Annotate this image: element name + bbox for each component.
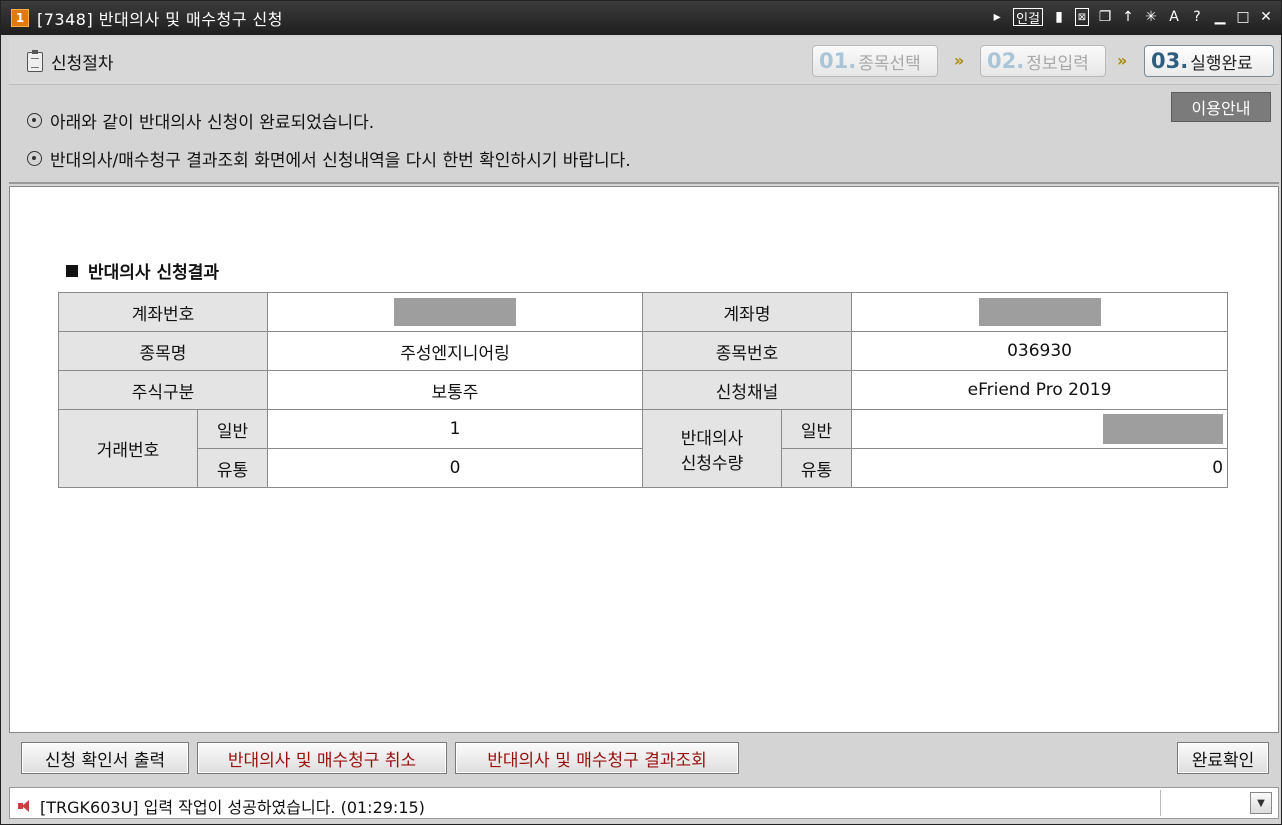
table-row: 거래번호 일반 1 반대의사 신청수량 일반	[58, 409, 1229, 488]
bullet-icon	[27, 151, 42, 166]
apply-qty-label-line2: 신청수량	[680, 453, 744, 474]
button-bar: 신청 확인서 출력 반대의사 및 매수청구 취소 반대의사 및 매수청구 결과조…	[9, 737, 1279, 783]
step-label: 정보입력	[1026, 53, 1089, 74]
table-row: 계좌번호 계좌명	[58, 292, 1229, 332]
window-number-badge[interactable]: 1	[11, 9, 29, 27]
result-inquiry-button[interactable]: 반대의사 및 매수청구 결과조회	[455, 742, 739, 774]
play-arrow-icon[interactable]: ▸	[990, 8, 1004, 26]
stock-name-label: 종목명	[58, 331, 268, 371]
usage-guide-button[interactable]: 이용안내	[1171, 92, 1271, 122]
trade-no-label: 거래번호	[58, 409, 198, 488]
font-size-icon[interactable]: A	[1167, 8, 1181, 26]
square-bullet-icon	[66, 264, 78, 277]
title-toolbar: ▸ 인걸 ▮ ⊠ ❐ ↑ ✳ A ? ▁ □ ✕	[990, 8, 1273, 27]
print-confirmation-button[interactable]: 신청 확인서 출력	[21, 742, 189, 774]
channel-label: 신청채널	[641, 370, 853, 410]
trade-general-value: 1	[267, 409, 643, 449]
qty-general-label: 일반	[780, 409, 853, 449]
trade-circulation-value: 0	[267, 448, 643, 488]
stock-type-label: 주식구분	[58, 370, 268, 410]
info-panel: 아래와 같이 반대의사 신청이 완료되었습니다. 반대의사/매수청구 결과조회 …	[9, 86, 1279, 184]
step-label: 실행완료	[1190, 53, 1253, 74]
result-panel: 반대의사 신청결과 계좌번호 계좌명 종목명 주성엔지니어링 종목번호 0369…	[9, 186, 1279, 733]
stock-name-value: 주성엔지니어링	[267, 331, 643, 371]
table-row: 주식구분 보통주 신청채널 eFriend Pro 2019	[58, 370, 1229, 410]
status-divider	[1160, 790, 1161, 816]
result-table: 계좌번호 계좌명 종목명 주성엔지니어링 종목번호 036930 주식구분 보통…	[58, 292, 1229, 488]
step-arrow-icon: »	[1117, 51, 1128, 70]
bullet-icon	[27, 113, 42, 128]
procedure-heading: 신청절차	[27, 49, 114, 74]
stock-code-value: 036930	[851, 331, 1229, 371]
app-window: 1 [7348] 반대의사 및 매수청구 신청 ▸ 인걸 ▮ ⊠ ❐ ↑ ✳ A…	[0, 0, 1282, 825]
confirm-complete-button[interactable]: 완료확인	[1177, 742, 1269, 774]
stock-type-value: 보통주	[267, 370, 643, 410]
step-arrow-icon: »	[954, 51, 965, 70]
account-no-value	[267, 292, 643, 332]
title-bar: 1 [7348] 반대의사 및 매수청구 신청 ▸ 인걸 ▮ ⊠ ❐ ↑ ✳ A…	[1, 1, 1281, 35]
status-text: [TRGK603U] 입력 작업이 성공하였습니다. (01:29:15)	[40, 798, 425, 817]
status-bar: [TRGK603U] 입력 작업이 성공하였습니다. (01:29:15) ▼	[9, 787, 1279, 819]
info-line: 반대의사/매수청구 결과조회 화면에서 신청내역을 다시 한번 확인하시기 바랍…	[27, 146, 631, 171]
clipboard-icon	[27, 49, 43, 72]
mouse-icon[interactable]: ▮	[1052, 8, 1066, 26]
window-title: [7348] 반대의사 및 매수청구 신청	[37, 10, 283, 29]
redacted-block	[1103, 414, 1224, 444]
apply-qty-label-line1: 반대의사	[680, 428, 744, 449]
copy-window-icon[interactable]: ❐	[1098, 8, 1112, 26]
help-icon[interactable]: ?	[1190, 8, 1204, 26]
account-name-value	[851, 292, 1229, 332]
link-window-button[interactable]: 인걸	[1013, 8, 1043, 27]
step-label: 종목선택	[858, 53, 921, 74]
step-header: 신청절차 01. 종목선택 » 02. 정보입력 » 03. 실행완료	[9, 37, 1279, 85]
step-select-stock: 01. 종목선택	[812, 45, 938, 77]
info-text: 아래와 같이 반대의사 신청이 완료되었습니다.	[50, 113, 375, 133]
speaker-icon	[18, 799, 34, 813]
close-icon[interactable]: ✕	[1259, 8, 1273, 26]
minimize-icon[interactable]: ▁	[1213, 8, 1227, 26]
section-title: 반대의사 신청결과	[66, 258, 219, 283]
cancel-request-button[interactable]: 반대의사 및 매수청구 취소	[197, 742, 447, 774]
account-no-label: 계좌번호	[58, 292, 268, 332]
step-number: 02.	[987, 49, 1025, 73]
settings-icon[interactable]: ✳	[1144, 8, 1158, 26]
step-number: 03.	[1151, 49, 1189, 73]
status-message: [TRGK603U] 입력 작업이 성공하였습니다. (01:29:15)	[18, 794, 425, 818]
info-line: 아래와 같이 반대의사 신청이 완료되었습니다.	[27, 108, 374, 133]
maximize-icon[interactable]: □	[1236, 8, 1250, 26]
qty-circulation-label: 유통	[780, 448, 853, 488]
step-number: 01.	[819, 49, 857, 73]
trade-general-label: 일반	[197, 409, 268, 449]
channel-value: eFriend Pro 2019	[851, 370, 1229, 410]
qty-general-value	[851, 409, 1229, 449]
account-name-label: 계좌명	[641, 292, 853, 332]
table-row: 종목명 주성엔지니어링 종목번호 036930	[58, 331, 1229, 371]
apply-qty-label: 반대의사 신청수량	[642, 409, 782, 488]
pin-icon[interactable]: ↑	[1121, 8, 1135, 26]
stock-code-label: 종목번호	[641, 331, 853, 371]
qty-circulation-value: 0	[851, 448, 1229, 488]
redacted-block	[394, 298, 516, 326]
chevron-down-icon[interactable]: ▼	[1250, 792, 1272, 814]
section-title-text: 반대의사 신청결과	[88, 263, 220, 283]
step-complete: 03. 실행완료	[1144, 45, 1274, 77]
info-text: 반대의사/매수청구 결과조회 화면에서 신청내역을 다시 한번 확인하시기 바랍…	[50, 151, 631, 171]
screen-capture-icon[interactable]: ⊠	[1075, 8, 1089, 26]
step-enter-info: 02. 정보입력	[980, 45, 1106, 77]
procedure-label: 신청절차	[51, 54, 114, 74]
redacted-block	[978, 298, 1101, 326]
trade-circulation-label: 유통	[197, 448, 268, 488]
